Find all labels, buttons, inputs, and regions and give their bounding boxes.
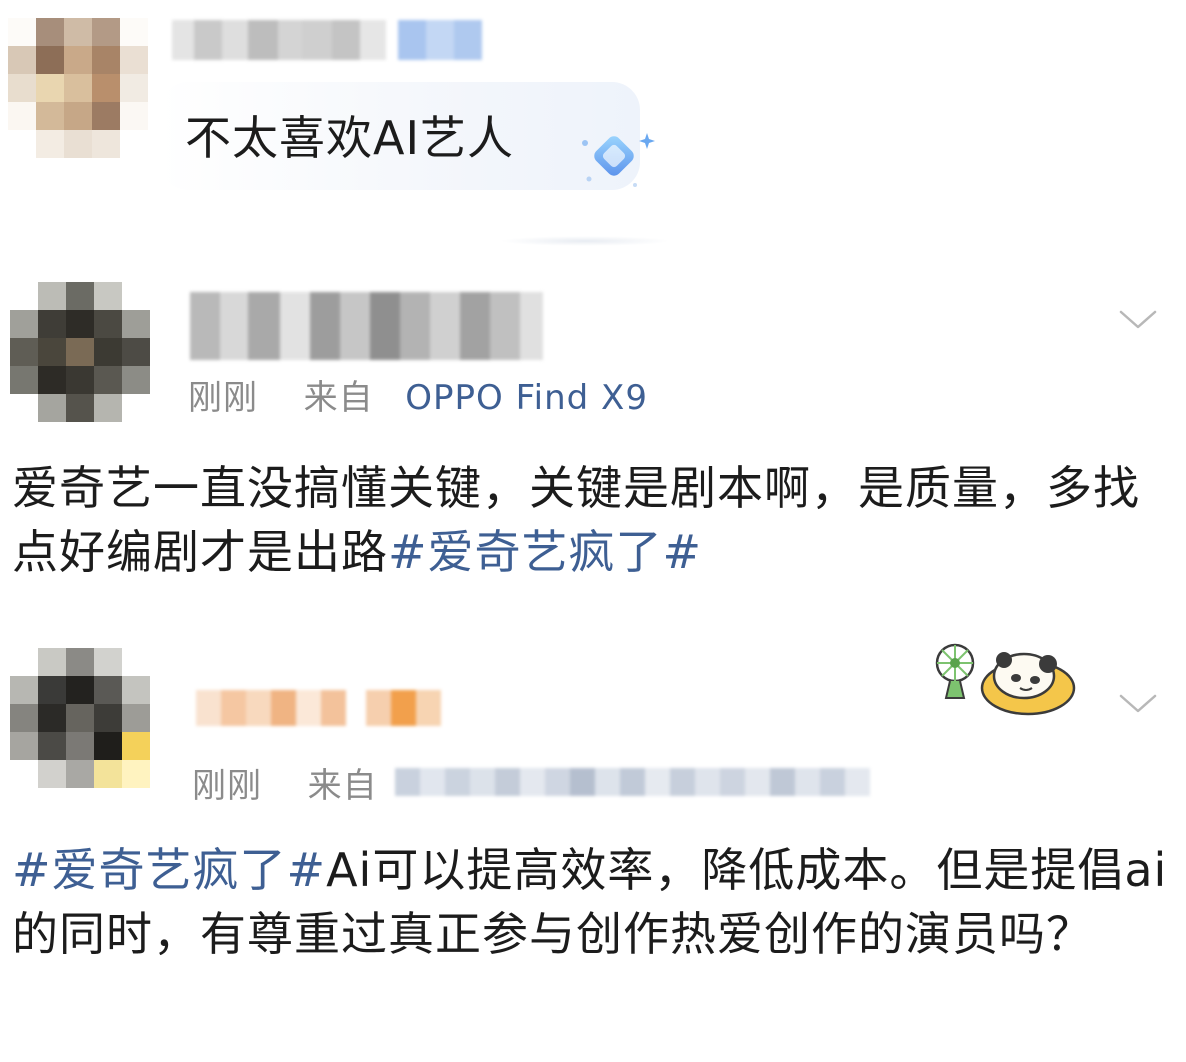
source-prefix: 来自: [307, 766, 378, 806]
source-prefix: 来自: [303, 378, 374, 418]
avatar[interactable]: [10, 282, 150, 422]
username-mosaic[interactable]: [190, 292, 545, 360]
username-mosaic[interactable]: [196, 690, 441, 726]
username-mosaic[interactable]: [172, 20, 482, 60]
comment-body: 爱奇艺一直没搞懂关键，关键是剧本啊，是质量，多找点好编剧才是出路#爱奇艺疯了#: [12, 456, 1172, 584]
divider: [500, 236, 670, 246]
panda-fan-sticker-icon: [935, 643, 1076, 716]
comment-2: 刚刚 来自 #爱奇艺疯了#Ai可以提高效率，降低成本。但是提倡ai的同时，有尊重…: [0, 620, 1186, 1062]
comment-quoted: 不太喜欢AI艺人: [0, 0, 1186, 250]
device-link[interactable]: OPPO Find X9: [405, 378, 648, 418]
comment-body: #爱奇艺疯了#Ai可以提高效率，降低成本。但是提倡ai的同时，有尊重过真正参与创…: [12, 838, 1172, 966]
chevron-down-icon[interactable]: [1118, 308, 1158, 332]
comment-1: 刚刚 来自 OPPO Find X9 爱奇艺一直没搞懂关键，关键是剧本啊，是质量…: [0, 270, 1186, 600]
sparkle-diamond-icon: [582, 133, 655, 187]
avatar[interactable]: [8, 18, 148, 158]
comment-meta: 刚刚 来自: [192, 758, 378, 807]
quoted-comment-text: 不太喜欢AI艺人: [185, 111, 515, 165]
hashtag-link[interactable]: #爱奇艺疯了#: [388, 525, 702, 579]
hashtag-link[interactable]: #爱奇艺疯了#: [12, 843, 326, 897]
device-mosaic[interactable]: [395, 768, 870, 796]
avatar[interactable]: [10, 648, 150, 788]
timestamp: 刚刚: [188, 378, 258, 418]
timestamp: 刚刚: [192, 766, 262, 806]
comment-meta: 刚刚 来自 OPPO Find X9: [188, 370, 648, 419]
chevron-down-icon[interactable]: [1118, 692, 1158, 716]
